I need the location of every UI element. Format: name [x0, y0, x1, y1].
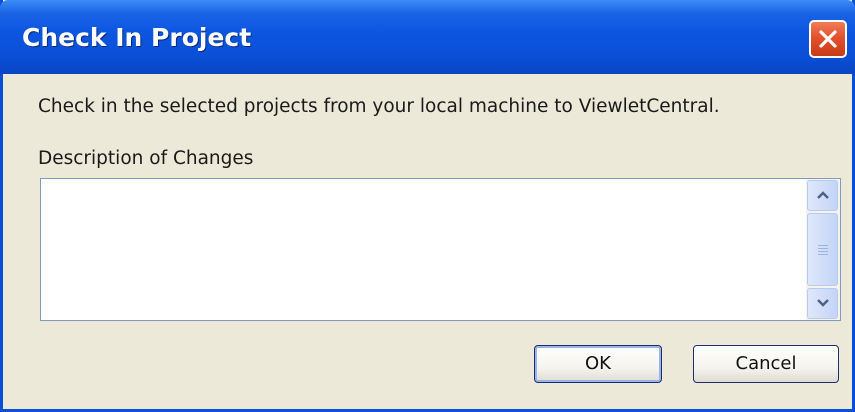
- description-label: Description of Changes: [38, 148, 254, 169]
- ok-button[interactable]: OK: [534, 345, 662, 383]
- title-bar[interactable]: Check In Project: [0, 0, 855, 74]
- chevron-down-icon: [817, 299, 829, 307]
- description-field-container: [40, 178, 841, 321]
- close-icon: [819, 30, 837, 48]
- scrollbar-thumb[interactable]: [807, 213, 838, 286]
- dialog-message: Check in the selected projects from your…: [38, 96, 720, 117]
- check-in-project-dialog: Check In Project Check in the selected p…: [0, 0, 855, 412]
- chevron-up-icon: [817, 191, 829, 199]
- thumb-grip-line: [818, 248, 828, 249]
- description-textarea[interactable]: [41, 179, 805, 320]
- thumb-grip-line: [818, 251, 828, 252]
- close-button[interactable]: [809, 20, 847, 58]
- thumb-grip-line: [818, 254, 828, 255]
- scroll-down-button[interactable]: [807, 288, 838, 319]
- cancel-button[interactable]: Cancel: [693, 345, 839, 383]
- thumb-grip-line: [818, 245, 828, 246]
- scroll-up-button[interactable]: [807, 180, 838, 211]
- vertical-scrollbar[interactable]: [806, 179, 840, 320]
- dialog-title: Check In Project: [22, 23, 252, 52]
